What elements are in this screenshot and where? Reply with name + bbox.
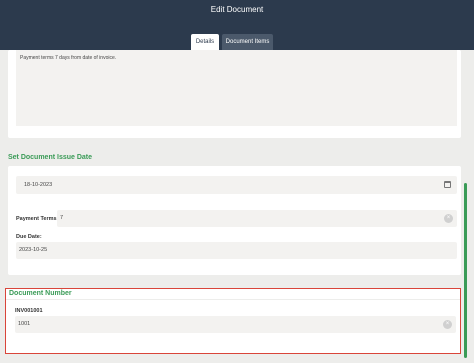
due-date-value: 2023-10-25 (19, 247, 48, 253)
clear-icon[interactable]: × (443, 320, 452, 329)
edit-document-screen: Edit Document Details Document Items Pay… (0, 0, 474, 363)
document-number-input[interactable]: 1001 × (15, 316, 456, 333)
due-date-input[interactable]: 2023-10-25 (16, 242, 457, 259)
payment-terms-value: 7 (60, 215, 64, 221)
due-date-label: Due Date: (16, 234, 42, 240)
issue-date-value: 18-10-2023 (24, 182, 53, 188)
document-number-section: Document Number INV001001 1001 × (5, 288, 461, 354)
issue-date-section-title: Set Document Issue Date (8, 154, 93, 161)
page-title: Edit Document (210, 5, 264, 14)
document-number-section-title: Document Number (9, 290, 72, 297)
app-header: Edit Document Details Document Items (0, 0, 474, 50)
section-divider (6, 299, 460, 300)
payment-terms-label: Payment Terms: (16, 216, 59, 222)
scrollbar[interactable] (464, 183, 467, 358)
notes-textarea[interactable]: Payment terms 7 days from date of invoic… (16, 50, 457, 126)
tab-details[interactable]: Details (191, 34, 219, 50)
document-number-label: INV001001 (15, 308, 43, 314)
calendar-icon[interactable] (444, 181, 451, 188)
notes-card: Payment terms 7 days from date of invoic… (8, 50, 461, 138)
issue-date-input[interactable]: 18-10-2023 (16, 176, 457, 194)
payment-terms-input[interactable]: 7 × (57, 210, 457, 227)
clear-icon[interactable]: × (444, 214, 453, 223)
tab-document-items[interactable]: Document Items (222, 34, 273, 50)
document-number-value: 1001 (18, 321, 31, 327)
issue-date-card: 18-10-2023 Payment Terms: 7 × Due Date: … (8, 166, 461, 275)
